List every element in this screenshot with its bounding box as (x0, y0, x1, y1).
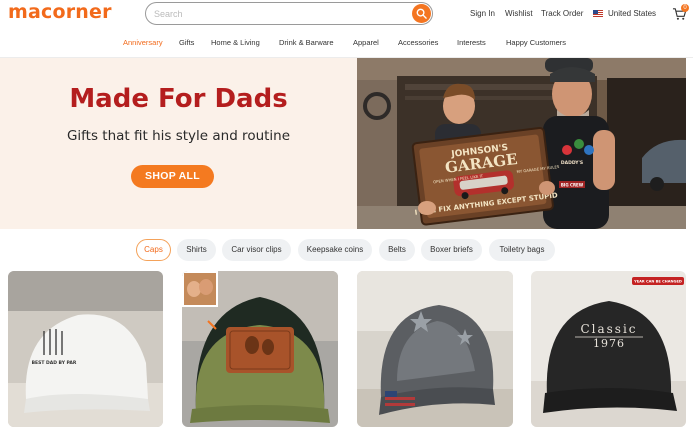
hero-text-panel: Made For Dads Gifts that fit his style a… (0, 58, 357, 229)
hero-photo: DADDY'S BIG CREW JOHNSON'S GARAGE OPEN W… (357, 58, 686, 229)
shirt-text-1: DADDY'S (561, 160, 583, 166)
chip-car-visor-clips[interactable]: Car visor clips (222, 239, 291, 261)
main-nav: Anniversary Gifts Home & Living Drink & … (0, 33, 693, 53)
chip-keepsake-coins[interactable]: Keepsake coins (298, 239, 372, 261)
cart-count-badge: 0 (681, 4, 689, 12)
nav-item-anniversary[interactable]: Anniversary (123, 38, 163, 47)
chip-toiletry-bags[interactable]: Toiletry bags (489, 239, 555, 261)
chip-belts[interactable]: Belts (379, 239, 415, 261)
hero-subtitle: Gifts that fit his style and routine (66, 128, 291, 144)
product-card[interactable]: BEST DAD BY PAR (8, 271, 163, 427)
year-badge: YEAR CAN BE CHANGED (633, 280, 682, 284)
product-print-text: BEST DAD BY PAR (32, 360, 77, 366)
wishlist-link[interactable]: Wishlist (505, 9, 533, 18)
nav-item-happy-customers[interactable]: Happy Customers (506, 38, 566, 47)
product-image (182, 271, 338, 427)
product-image (357, 271, 513, 427)
nav-item-accessories[interactable]: Accessories (398, 38, 438, 47)
track-order-link[interactable]: Track Order (541, 9, 583, 18)
hero-title: Made For Dads (69, 84, 288, 114)
nav-item-drink-barware[interactable]: Drink & Barware (279, 38, 334, 47)
search-icon (416, 8, 427, 19)
cap-print-1: Classic (580, 322, 637, 336)
chip-caps[interactable]: Caps (136, 239, 171, 261)
product-card[interactable]: Classic 1976 YEAR CAN BE CHANGED (531, 271, 686, 427)
cap-print-2: 1976 (593, 337, 625, 350)
product-card[interactable] (182, 271, 338, 427)
product-card[interactable] (357, 271, 513, 427)
product-image: Classic 1976 YEAR CAN BE CHANGED (531, 271, 686, 427)
nav-item-home-living[interactable]: Home & Living (211, 38, 260, 47)
chip-boxer-briefs[interactable]: Boxer briefs (421, 239, 482, 261)
chip-shirts[interactable]: Shirts (177, 239, 216, 261)
search-input[interactable] (154, 6, 404, 21)
logo[interactable]: macorner (8, 1, 112, 23)
search-bar (145, 2, 433, 25)
us-flag-icon (593, 10, 603, 17)
nav-item-apparel[interactable]: Apparel (353, 38, 379, 47)
site-header: macorner Sign In Wishlist Track Order Un… (0, 0, 693, 30)
product-image: BEST DAD BY PAR (8, 271, 163, 427)
nav-item-interests[interactable]: Interests (457, 38, 486, 47)
hero-photo-illustration: DADDY'S BIG CREW JOHNSON'S GARAGE OPEN W… (357, 58, 686, 229)
hero-banner[interactable]: Made For Dads Gifts that fit his style a… (0, 58, 693, 229)
shirt-text-2: BIG CREW (561, 183, 584, 188)
sign-in-link[interactable]: Sign In (470, 9, 495, 18)
shop-all-button[interactable]: SHOP ALL (131, 165, 214, 188)
region-selector[interactable]: United States (608, 9, 656, 18)
nav-item-gifts[interactable]: Gifts (179, 38, 194, 47)
search-button[interactable] (412, 4, 431, 23)
